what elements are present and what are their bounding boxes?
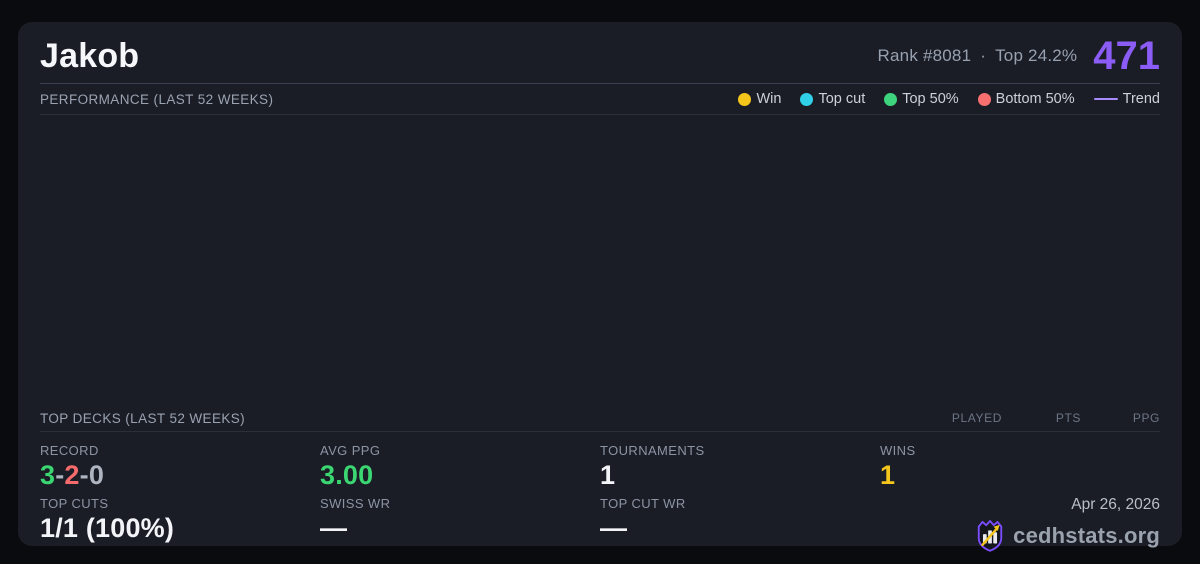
stat-label: RECORD bbox=[40, 443, 99, 458]
legend-label: Trend bbox=[1122, 91, 1160, 107]
legend-item-trend: Trend bbox=[1093, 91, 1160, 107]
bottom-50-dot-icon bbox=[977, 92, 991, 106]
legend-label: Top 50% bbox=[902, 91, 959, 107]
column-header-ppg: PPG bbox=[1132, 411, 1160, 425]
legend-item-win: Win bbox=[738, 91, 781, 107]
legend-item-top-cut: Top cut bbox=[800, 91, 865, 107]
stat-label: TOURNAMENTS bbox=[600, 443, 705, 458]
stat-record: RECORD 3-2-0 bbox=[40, 437, 320, 491]
top-percent: Top 24.2% bbox=[995, 46, 1078, 65]
card-header: Jakob Rank #8081 · Top 24.2% 471 bbox=[40, 22, 1160, 84]
stat-top-cut-wr: TOP CUT WR — bbox=[600, 491, 880, 552]
top-decks-column-headers: PLAYED PTS PPG bbox=[923, 411, 1160, 425]
brand-name: cedhstats.org bbox=[1013, 522, 1160, 548]
date-label: Apr 26, 2026 bbox=[1071, 496, 1160, 513]
avg-ppg-value: 3.00 bbox=[320, 460, 374, 490]
stat-label: TOP CUT WR bbox=[600, 496, 686, 511]
top-cut-dot-icon bbox=[800, 92, 814, 106]
top-cuts-value: 1/1 (100%) bbox=[40, 513, 175, 543]
wins-value: 1 bbox=[880, 460, 896, 490]
card-footer: Apr 26, 2026 cedhstats.org bbox=[880, 491, 1160, 552]
win-dot-icon bbox=[738, 92, 752, 106]
stat-wins: WINS 1 bbox=[880, 437, 1160, 491]
rank-number: Rank #8081 bbox=[877, 46, 972, 65]
column-header-played: PLAYED bbox=[951, 411, 1002, 425]
stat-top-cuts: TOP CUTS 1/1 (100%) bbox=[40, 491, 320, 552]
branding: cedhstats.org bbox=[880, 519, 1160, 552]
record-losses: 2 bbox=[64, 460, 80, 490]
rank-text: Rank #8081 · Top 24.2% bbox=[878, 46, 1078, 66]
cedhstats-shield-logo-icon bbox=[977, 520, 1003, 552]
record-draws: 0 bbox=[88, 460, 105, 490]
stats-grid: RECORD 3-2-0 AVG PPG 3.00 TOURNAMENTS 1 … bbox=[40, 437, 1160, 552]
tournaments-value: 1 bbox=[600, 460, 616, 490]
stat-label: TOP CUTS bbox=[40, 496, 109, 511]
top-50-dot-icon bbox=[884, 92, 898, 106]
column-header-pts: PTS bbox=[1055, 411, 1081, 425]
score-value: 471 bbox=[1093, 34, 1160, 78]
stat-avg-ppg: AVG PPG 3.00 bbox=[320, 437, 600, 491]
legend-label: Top cut bbox=[818, 91, 866, 107]
legend-item-bottom-50: Bottom 50% bbox=[977, 91, 1075, 107]
legend-item-top-50: Top 50% bbox=[884, 91, 959, 107]
page-title: Jakob bbox=[40, 37, 140, 75]
legend-label: Win bbox=[756, 91, 782, 107]
legend-label: Bottom 50% bbox=[995, 91, 1075, 107]
stat-label: WINS bbox=[880, 443, 916, 458]
dot-separator: · bbox=[980, 46, 987, 65]
top-decks-section-header: TOP DECKS (LAST 52 WEEKS) PLAYED PTS PPG bbox=[40, 405, 1160, 432]
performance-section-title: PERFORMANCE (LAST 52 WEEKS) bbox=[40, 91, 274, 107]
performance-section-header: PERFORMANCE (LAST 52 WEEKS) Win Top cut … bbox=[40, 84, 1160, 115]
record-separator: - bbox=[79, 460, 89, 490]
chart-legend: Win Top cut Top 50% Bottom 50% Trend bbox=[738, 91, 1160, 107]
performance-chart bbox=[40, 115, 1160, 405]
player-stats-card: Jakob Rank #8081 · Top 24.2% 471 PERFORM… bbox=[18, 22, 1182, 552]
record-wins: 3 bbox=[40, 460, 56, 490]
top-cut-wr-value: — bbox=[600, 513, 628, 543]
swiss-wr-value: — bbox=[320, 513, 348, 543]
stat-swiss-wr: SWISS WR — bbox=[320, 491, 600, 552]
top-decks-section-title: TOP DECKS (LAST 52 WEEKS) bbox=[40, 410, 246, 426]
record-value: 3-2-0 bbox=[40, 460, 320, 491]
stat-tournaments: TOURNAMENTS 1 bbox=[600, 437, 880, 491]
stat-label: SWISS WR bbox=[320, 496, 391, 511]
trend-line-icon bbox=[1093, 97, 1118, 101]
stat-label: AVG PPG bbox=[320, 443, 381, 458]
